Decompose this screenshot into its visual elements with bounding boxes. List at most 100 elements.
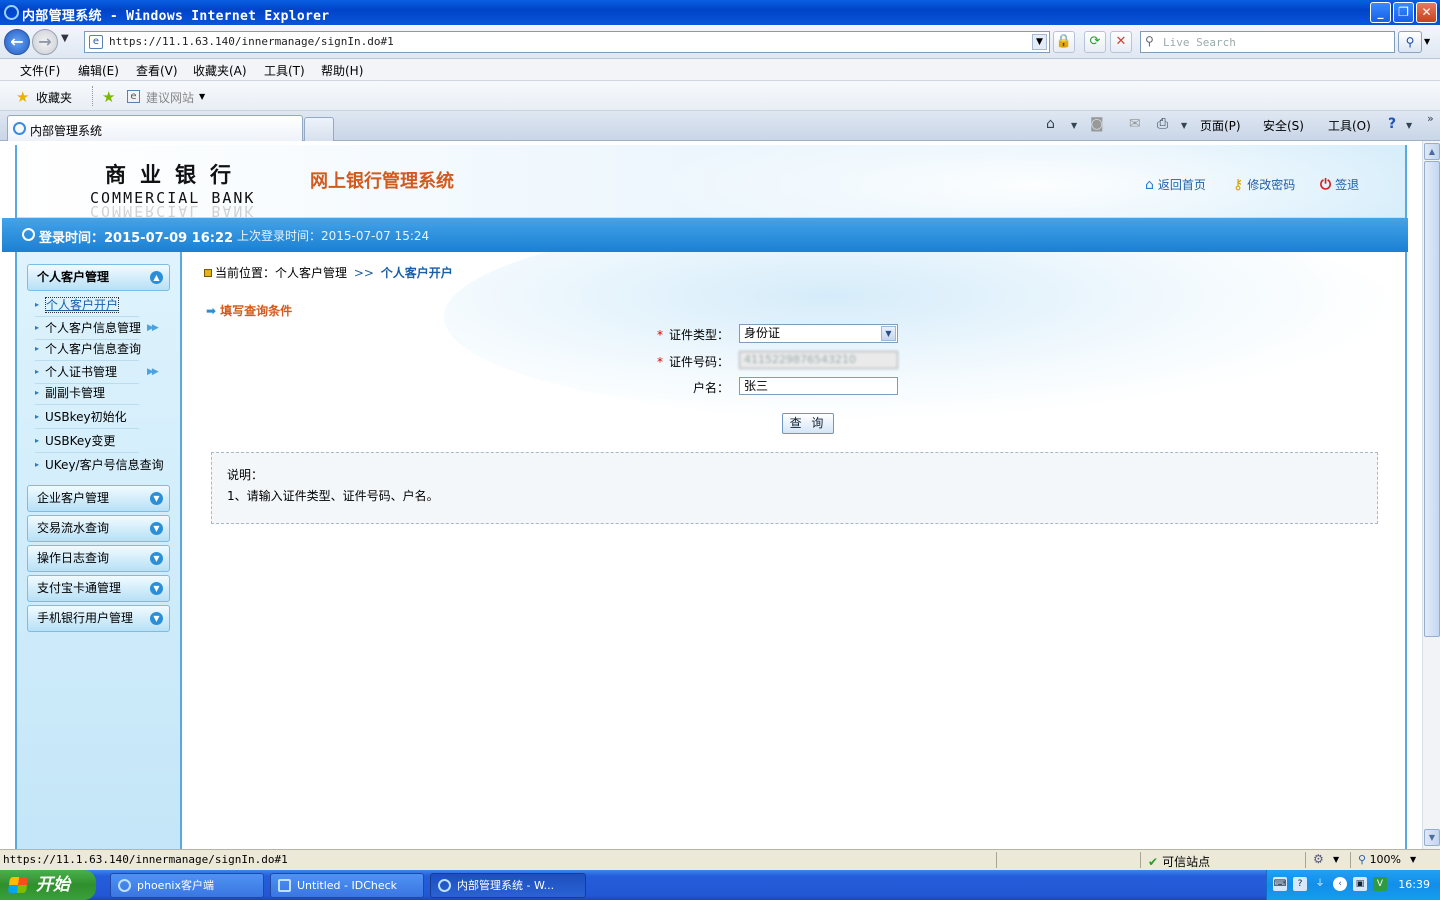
sidebar-item-info-manage[interactable]: 个人客户信息管理 ▶▶	[35, 318, 159, 340]
sidebar-group-oplog[interactable]: 操作日志查询 ▼	[27, 545, 170, 572]
home-icon[interactable]: ⌂	[1046, 116, 1055, 132]
scroll-up-button[interactable]: ▲	[1424, 143, 1440, 160]
change-password-link[interactable]: ⚷ 修改密码	[1233, 176, 1295, 193]
tab-title: 内部管理系统	[30, 124, 103, 138]
help-dropdown-icon[interactable]: ▼	[1406, 121, 1412, 130]
stop-button[interactable]: ✕	[1110, 31, 1132, 53]
chevron-down-icon[interactable]: ▼	[881, 326, 896, 341]
suggested-sites-dropdown-icon[interactable]: ▼	[199, 92, 205, 101]
name-input[interactable]: 张三	[739, 377, 898, 395]
sidebar-item-label: 个人客户信息管理	[45, 321, 142, 335]
sidebar-group-enterprise[interactable]: 企业客户管理 ▼	[27, 485, 170, 512]
bank-logo-en-reflection: COMMERCIAL BANK	[90, 202, 256, 218]
sidebar-item-subcard[interactable]: 副副卡管理	[35, 383, 139, 405]
expand-icon[interactable]: ▼	[150, 522, 163, 535]
task-label: Untitled - IDCheck	[297, 879, 398, 892]
refresh-button[interactable]: ⟳	[1084, 31, 1106, 53]
protected-mode-icon[interactable]: ⚙	[1313, 852, 1324, 866]
expand-icon[interactable]: ▼	[150, 492, 163, 505]
menu-tools[interactable]: 工具(T)	[264, 62, 305, 79]
restore-button[interactable]: ❐	[1393, 2, 1414, 23]
id-type-select[interactable]: 身份证 ▼	[739, 324, 898, 343]
security-zone[interactable]: ✔ 可信站点	[1148, 853, 1210, 870]
keyboard-icon[interactable]: ⌨	[1273, 877, 1287, 891]
expand-icon[interactable]: ▼	[150, 552, 163, 565]
page-menu[interactable]: 页面(P)	[1200, 117, 1241, 134]
expand-icon[interactable]: ▼	[150, 582, 163, 595]
monitor-icon[interactable]: ▣	[1353, 877, 1367, 891]
sidebar-group-mobile[interactable]: 手机银行用户管理 ▼	[27, 605, 170, 632]
query-button[interactable]: 查 询	[782, 413, 834, 434]
favorites-button[interactable]: 收藏夹	[36, 89, 72, 106]
sidebar-item-info-query[interactable]: 个人客户信息查询	[35, 339, 141, 361]
help-tray-icon[interactable]: ?	[1293, 877, 1307, 891]
menu-view[interactable]: 查看(V)	[136, 62, 178, 79]
sidebar-item-usbkey-init[interactable]: USBkey初始化	[35, 407, 139, 429]
required-mark: *	[656, 328, 663, 342]
task-ie[interactable]: 内部管理系统 - W...	[430, 873, 586, 898]
expand-icon[interactable]: ▼	[150, 612, 163, 625]
address-dropdown-icon[interactable]: ▼	[1032, 34, 1047, 50]
minimize-button[interactable]: _	[1370, 2, 1391, 23]
add-favorite-icon[interactable]: ★	[102, 88, 115, 106]
sidebar-group-personal[interactable]: 个人客户管理 ▲	[27, 264, 170, 291]
new-tab-button[interactable]	[304, 117, 334, 141]
search-go-button[interactable]: ⚲	[1398, 31, 1422, 53]
expand-arrow-icon: ▶▶	[147, 367, 159, 377]
start-button[interactable]: 开始	[0, 870, 96, 900]
collapse-icon[interactable]: ▲	[150, 271, 163, 284]
menu-edit[interactable]: 编辑(E)	[78, 62, 119, 79]
home-dropdown-icon[interactable]: ▼	[1071, 121, 1077, 130]
search-options-dropdown-icon[interactable]: ▼	[1424, 37, 1430, 46]
protected-mode-dropdown-icon[interactable]: ▼	[1333, 855, 1339, 864]
menu-file[interactable]: 文件(F)	[20, 62, 60, 79]
zoom-level[interactable]: ⚲ 100%	[1358, 853, 1401, 866]
tools-menu[interactable]: 工具(O)	[1328, 117, 1371, 134]
tray-clock[interactable]: 16:39	[1398, 878, 1430, 891]
task-phoenix[interactable]: phoenix客户端	[110, 873, 264, 898]
address-toolbar: ← → ▼ e https://11.1.63.140/innermanage/…	[0, 25, 1440, 59]
antivirus-icon[interactable]: V	[1373, 877, 1387, 891]
forward-button[interactable]: →	[32, 29, 58, 55]
sidebar-item-open-account[interactable]: 个人客户开户	[35, 295, 139, 317]
back-button[interactable]: ←	[4, 29, 30, 55]
zoom-dropdown-icon[interactable]: ▼	[1410, 855, 1416, 864]
feeds-icon[interactable]: ◙	[1090, 116, 1104, 132]
logout-link[interactable]: ⏻ 签退	[1320, 176, 1359, 193]
scroll-down-button[interactable]: ▼	[1424, 829, 1440, 846]
print-dropdown-icon[interactable]: ▼	[1181, 121, 1187, 130]
help-icon[interactable]: ?	[1388, 116, 1396, 132]
recent-pages-dropdown-icon[interactable]: ▼	[61, 33, 69, 44]
sidebar-item-usbkey-change[interactable]: USBKey变更	[35, 431, 139, 453]
windows-flag-icon	[7, 877, 29, 893]
close-button[interactable]: ✕	[1416, 2, 1437, 23]
id-number-input[interactable]: 4115229876543210	[739, 351, 898, 369]
sidebar-group-label: 交易流水查询	[37, 521, 110, 535]
sidebar-item-ukey-query[interactable]: UKey/客户号信息查询	[35, 455, 165, 477]
address-input[interactable]: e https://11.1.63.140/innermanage/signIn…	[84, 31, 1050, 53]
vertical-scrollbar[interactable]: ▲ ▼	[1422, 141, 1440, 849]
read-mail-icon[interactable]: ✉	[1129, 116, 1141, 132]
scroll-thumb[interactable]	[1424, 161, 1440, 637]
sidebar-group-alipay[interactable]: 支付宝卡通管理 ▼	[27, 575, 170, 602]
sidebar-item-cert-manage[interactable]: 个人证书管理 ▶▶	[35, 362, 159, 384]
search-input[interactable]: ⚲ Live Search	[1140, 31, 1395, 53]
status-divider	[1305, 852, 1306, 868]
zoom-icon: ⚲	[1358, 853, 1367, 866]
menu-help[interactable]: 帮助(H)	[321, 62, 363, 79]
chevron-more-icon[interactable]: »	[1427, 112, 1434, 125]
sidebar-group-transactions[interactable]: 交易流水查询 ▼	[27, 515, 170, 542]
power-icon: ⏻	[1320, 177, 1332, 193]
network-icon[interactable]: ⏚	[1313, 877, 1327, 891]
lock-icon[interactable]: 🔒	[1053, 31, 1075, 53]
menu-favorites[interactable]: 收藏夹(A)	[193, 62, 247, 79]
print-icon[interactable]: ⎙	[1157, 116, 1168, 132]
security-zone-label: 可信站点	[1162, 855, 1211, 869]
tab-active[interactable]: 内部管理系统	[7, 115, 303, 141]
task-idcheck[interactable]: Untitled - IDCheck	[270, 873, 424, 898]
home-link[interactable]: ⌂ 返回首页	[1145, 176, 1206, 193]
collapse-tray-icon[interactable]: ‹	[1333, 877, 1347, 891]
suggested-sites-link[interactable]: 建议网站	[146, 89, 194, 106]
safety-menu[interactable]: 安全(S)	[1263, 117, 1304, 134]
sidebar-group-label: 操作日志查询	[37, 551, 110, 565]
